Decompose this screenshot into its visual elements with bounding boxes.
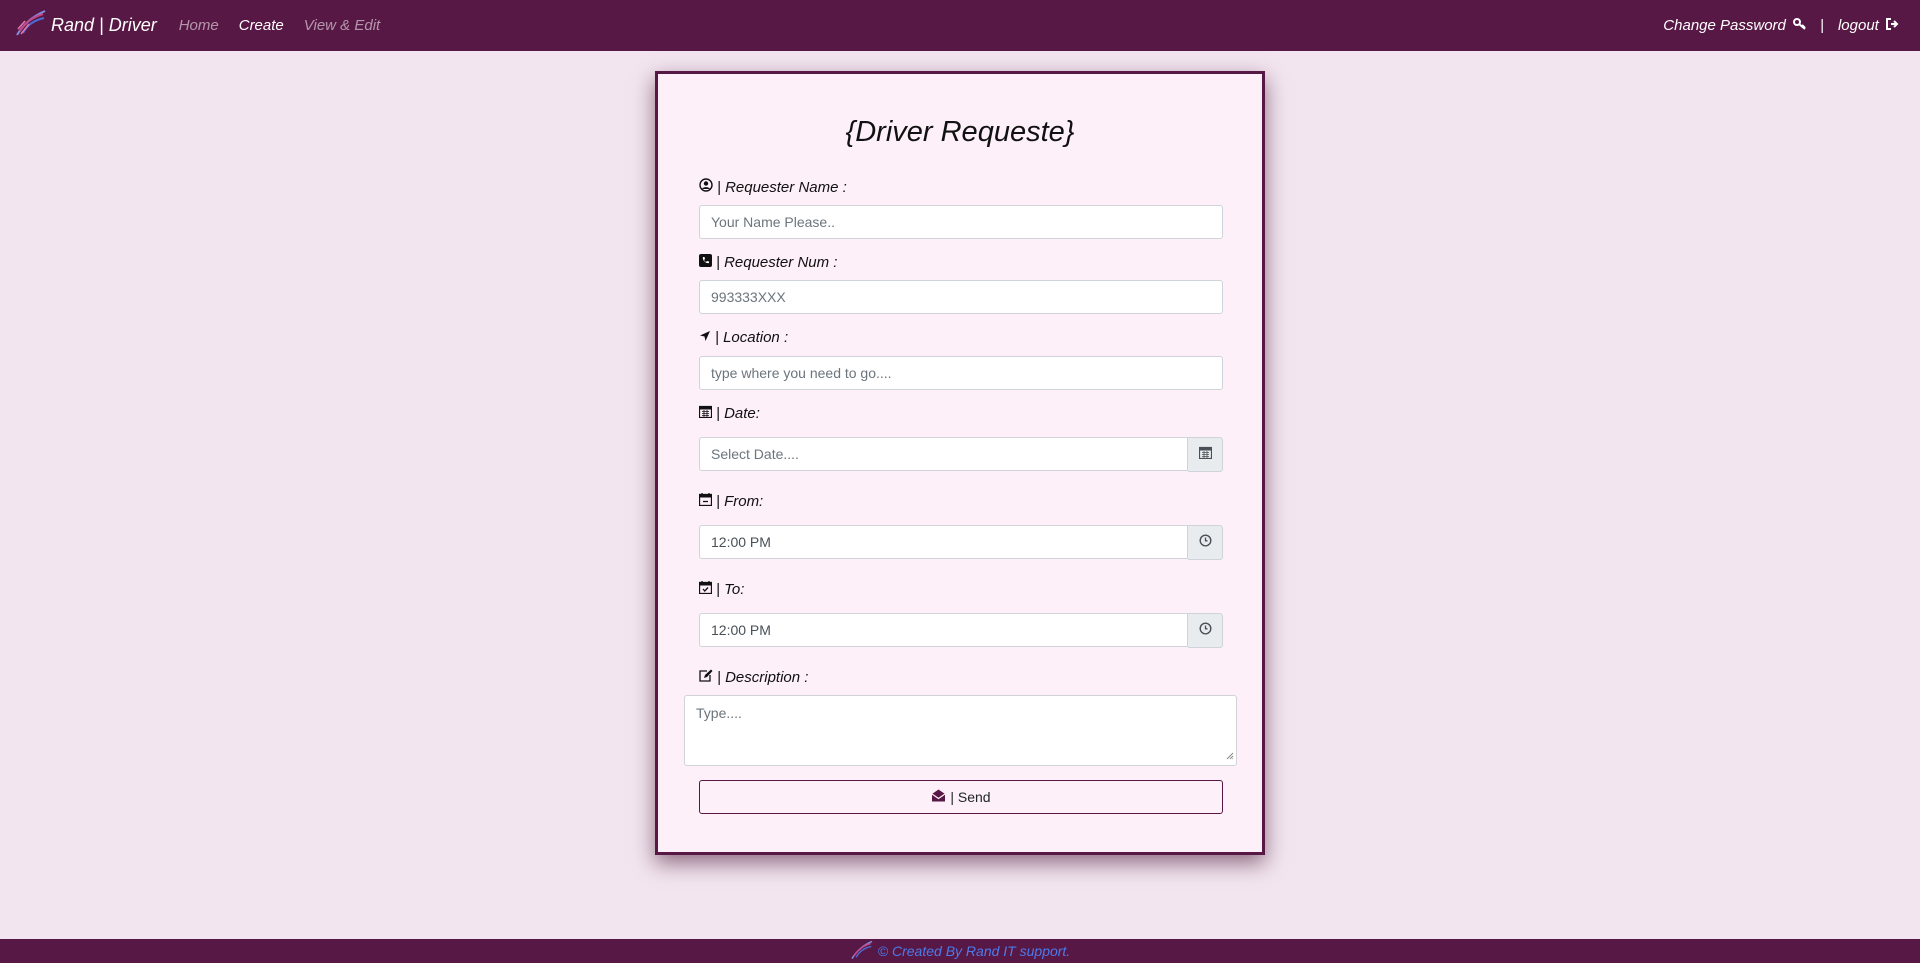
from-input-group: 12:00 PM <box>699 525 1223 560</box>
to-time-input[interactable]: 12:00 PM <box>699 613 1188 647</box>
feather-logo-icon <box>850 940 874 963</box>
from-label: | From: <box>698 493 764 510</box>
date-picker-button[interactable] <box>1188 437 1223 472</box>
to-label: | To: <box>698 581 745 598</box>
resize-handle-icon[interactable] <box>1226 747 1234 763</box>
form-title: {Driver Requeste} <box>845 116 1075 148</box>
footer-text: © Created By Rand IT support. <box>877 943 1071 959</box>
top-navbar: Rand | Driver Home Create View & Edit Ch… <box>0 0 1920 51</box>
phone-square-icon <box>699 254 713 271</box>
key-icon <box>1793 17 1806 34</box>
feather-logo-icon <box>15 9 47 42</box>
description-textarea[interactable]: Type.... <box>684 695 1237 766</box>
user-circle-icon <box>699 178 714 196</box>
location-input[interactable]: type where you need to go.... <box>699 356 1223 390</box>
to-time-picker-button[interactable] <box>1188 613 1223 648</box>
change-password-label: Change Password <box>1663 16 1786 34</box>
driver-request-card: {Driver Requeste} | Requester Name : You… <box>655 71 1265 855</box>
to-label-text: | To: <box>716 581 745 598</box>
logout-label: logout <box>1837 16 1879 34</box>
logout-link[interactable]: logout <box>1838 17 1899 35</box>
clock-icon <box>1198 533 1212 552</box>
date-input[interactable]: Select Date.... <box>699 437 1188 471</box>
date-label-text: | Date: <box>716 405 760 422</box>
send-button[interactable]: | Send <box>699 780 1223 814</box>
footer: © Created By Rand IT support. <box>0 939 1920 963</box>
nav-right: Change Password | logout <box>1663 17 1899 35</box>
requester-name-label-text: | Requester Name : <box>717 178 847 196</box>
date-input-group: Select Date.... <box>699 437 1223 472</box>
requester-name-input[interactable]: Your Name Please.. <box>699 205 1223 239</box>
envelope-open-icon <box>931 789 946 805</box>
clock-icon <box>1198 621 1212 640</box>
calendar-check-icon <box>698 581 713 598</box>
description-label: | Description : <box>699 669 808 686</box>
from-time-picker-button[interactable] <box>1188 525 1223 560</box>
requester-num-label: | Requester Num : <box>699 254 837 271</box>
date-label: | Date: <box>698 405 760 422</box>
sign-out-icon <box>1886 17 1899 34</box>
from-time-input[interactable]: 12:00 PM <box>699 525 1188 559</box>
to-input-group: 12:00 PM <box>699 613 1223 648</box>
requester-num-input[interactable]: 993333XXX <box>699 280 1223 314</box>
brand-title: Rand | Driver <box>51 15 157 35</box>
location-arrow-icon <box>699 329 712 346</box>
calendar-icon <box>698 405 713 422</box>
calendar-icon <box>1198 446 1212 464</box>
nav-separator: | <box>1820 17 1824 34</box>
nav-view-edit[interactable]: View & Edit <box>304 17 380 34</box>
change-password-link[interactable]: Change Password <box>1663 17 1806 35</box>
requester-num-label-text: | Requester Num : <box>716 254 838 271</box>
brand[interactable]: Rand | Driver <box>15 9 157 42</box>
location-label: | Location : <box>699 329 788 346</box>
send-button-label: | Send <box>950 789 991 805</box>
description-placeholder: Type.... <box>696 705 742 721</box>
nav-home[interactable]: Home <box>179 17 219 34</box>
description-label-text: | Description : <box>717 669 809 686</box>
edit-icon <box>699 669 714 686</box>
from-label-text: | From: <box>716 493 764 510</box>
location-label-text: | Location : <box>715 329 789 346</box>
requester-name-label: | Requester Name : <box>699 178 847 196</box>
nav-links: Home Create View & Edit <box>179 17 380 34</box>
nav-create[interactable]: Create <box>239 17 284 34</box>
calendar-minus-icon <box>698 493 713 510</box>
